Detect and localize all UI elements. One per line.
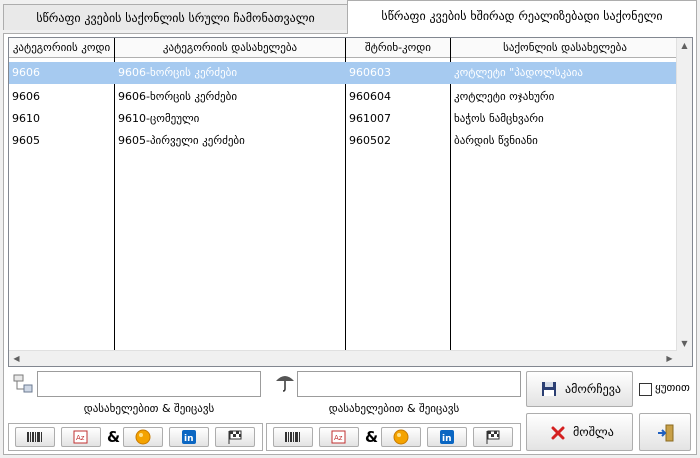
cell-barcode: 961007 <box>349 112 391 125</box>
tab-frequent-items[interactable]: სწრაფი კვების ხშირად რეალიზებადი საქონელ… <box>347 0 697 34</box>
box-checkbox-label: ყუთით <box>655 381 690 394</box>
linkedin-button[interactable]: in <box>427 427 467 447</box>
cell-item-name: ხაჭოს ნამცხვარი <box>454 112 544 125</box>
table-row[interactable]: 9610 9610-ცომეული 961007 ხაჭოს ნამცხვარი <box>9 108 679 130</box>
az-sort-button[interactable]: Az <box>319 427 359 447</box>
barcode-filter-button[interactable] <box>273 427 313 447</box>
cell-item-name: კოტლეტი "პადოლსკაია <box>454 66 583 79</box>
folder-tree-icon <box>12 373 34 395</box>
checkered-flag-icon <box>486 430 500 444</box>
checkered-flag-icon <box>228 430 242 444</box>
and-separator: & <box>107 428 121 446</box>
linkedin-button[interactable]: in <box>169 427 209 447</box>
cell-category-name: 9606-ხორცის კერძები <box>118 66 238 79</box>
exit-door-icon <box>658 424 674 442</box>
az-sort-icon: Az <box>73 430 88 444</box>
box-checkbox[interactable] <box>639 383 652 396</box>
horizontal-scrollbar[interactable]: ◀ ▶ <box>9 350 677 366</box>
column-header-category-name[interactable]: კატეგორიის დასახელება <box>115 38 345 57</box>
select-button-label: ამორჩევა <box>565 382 621 396</box>
cell-category-name: 9606-ხორცის კერძები <box>118 90 238 103</box>
scroll-left-icon[interactable]: ◀ <box>9 351 24 366</box>
and-separator: & <box>365 428 379 446</box>
grid-header: კატეგორიის კოდი კატეგორიის დასახელება შტ… <box>9 38 692 58</box>
scroll-up-icon[interactable]: ▲ <box>677 38 692 53</box>
cell-category-name: 9605-პირველი კერძები <box>118 134 245 147</box>
column-header-item-name[interactable]: საქონლის დასახელება <box>451 38 679 57</box>
orange-circle-button[interactable] <box>123 427 163 447</box>
svg-text:Az: Az <box>76 434 85 442</box>
cell-barcode: 960604 <box>349 90 391 103</box>
right-filter-toolbar: Az & in <box>266 423 521 451</box>
cell-category-code: 9606 <box>12 66 40 79</box>
column-header-barcode[interactable]: შტრიხ-კოდი <box>346 38 450 57</box>
column-header-category-code[interactable]: კატეგორიის კოდი <box>9 38 114 57</box>
cell-barcode: 960603 <box>349 66 391 79</box>
scroll-right-icon[interactable]: ▶ <box>662 351 677 366</box>
tab-panel: კატეგორიის კოდი კატეგორიის დასახელება შტ… <box>3 33 697 455</box>
items-grid[interactable]: კატეგორიის კოდი კატეგორიის დასახელება შტ… <box>8 37 693 367</box>
vertical-scrollbar[interactable]: ▲ ▼ <box>676 38 692 351</box>
table-row[interactable]: 9606 9606-ხორცის კერძები 960603 კოტლეტი … <box>9 62 679 84</box>
az-sort-button[interactable]: Az <box>61 427 101 447</box>
red-x-icon <box>551 426 565 440</box>
left-search-input[interactable] <box>37 371 261 397</box>
cell-category-code: 9605 <box>12 134 40 147</box>
umbrella-icon <box>274 371 296 393</box>
barcode-icon <box>285 432 300 442</box>
orange-circle-icon <box>393 429 409 445</box>
orange-circle-icon <box>135 429 151 445</box>
svg-text:in: in <box>184 434 194 444</box>
linkedin-icon: in <box>182 430 196 444</box>
save-disk-icon <box>542 382 556 396</box>
cell-category-code: 9610 <box>12 112 40 125</box>
right-search-caption: დასახელებით & შეიცავს <box>328 402 460 415</box>
cell-item-name: კოტლეტი ოჯახური <box>454 90 555 103</box>
checkered-flag-button[interactable] <box>473 427 513 447</box>
exit-button[interactable] <box>639 413 691 451</box>
orange-circle-button[interactable] <box>381 427 421 447</box>
tab-full-list[interactable]: სწრაფი კვების საქონლის სრული ჩამონათვალი <box>3 4 348 30</box>
table-row[interactable]: 9606 9606-ხორცის კერძები 960604 კოტლეტი … <box>9 86 679 108</box>
svg-text:Az: Az <box>334 434 343 442</box>
tab-strip: სწრაფი კვების საქონლის სრული ჩამონათვალი… <box>0 0 700 34</box>
left-search-caption: დასახელებით & შეიცავს <box>83 402 215 415</box>
barcode-icon <box>27 432 42 442</box>
select-button[interactable]: ამორჩევა <box>526 371 633 407</box>
scrollbar-corner <box>677 351 692 366</box>
cell-category-code: 9606 <box>12 90 40 103</box>
az-sort-icon: Az <box>331 430 346 444</box>
cell-barcode: 960502 <box>349 134 391 147</box>
checkered-flag-button[interactable] <box>215 427 255 447</box>
cell-category-name: 9610-ცომეული <box>118 112 200 125</box>
cancel-button[interactable]: მოშლა <box>526 413 633 451</box>
cancel-button-label: მოშლა <box>573 425 614 439</box>
barcode-filter-button[interactable] <box>15 427 55 447</box>
right-search-input[interactable] <box>297 371 521 397</box>
left-filter-toolbar: Az & in <box>8 423 263 451</box>
cell-item-name: ბარდის წვნიანი <box>454 134 538 147</box>
scroll-down-icon[interactable]: ▼ <box>677 336 692 351</box>
table-row[interactable]: 9605 9605-პირველი კერძები 960502 ბარდის … <box>9 130 679 152</box>
svg-text:in: in <box>442 434 452 444</box>
linkedin-icon: in <box>440 430 454 444</box>
